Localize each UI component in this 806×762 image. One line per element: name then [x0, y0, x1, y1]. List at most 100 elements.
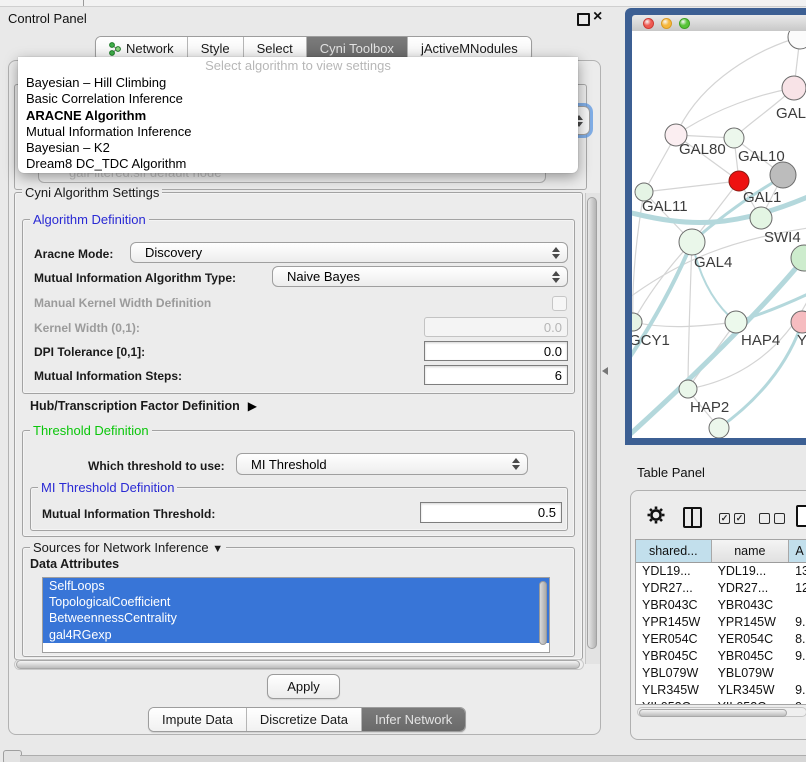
algorithm-option[interactable]: Mutual Information Inference [18, 124, 578, 140]
table-cell: YDL19... [712, 563, 790, 580]
network-node-gal4[interactable] [679, 229, 705, 255]
which-threshold-combo[interactable]: MI Threshold [236, 453, 528, 475]
algorithm-option[interactable]: Bayesian – K2 [18, 140, 578, 156]
document-icon[interactable] [796, 505, 806, 527]
settings-scrollbar-thumb[interactable] [587, 197, 597, 649]
network-edge[interactable] [688, 242, 692, 389]
table-row[interactable]: YDL19...YDL19...13 [636, 563, 806, 580]
data-attributes-list[interactable]: SelfLoopsTopologicalCoefficientBetweenne… [42, 577, 550, 653]
table-cell: YPR145W [712, 614, 790, 631]
deselect-all-checks-icon[interactable] [759, 513, 785, 524]
select-all-checks-icon[interactable]: ✓✓ [719, 513, 745, 524]
table-row[interactable]: YBL079WYBL079W [636, 665, 806, 682]
table-cell: YER054C [712, 631, 790, 648]
attribute-item[interactable]: gal4RGexp [43, 627, 549, 643]
column-header[interactable]: shared... [636, 540, 712, 562]
mi-steps-field[interactable]: 6 [424, 365, 568, 385]
attribute-item[interactable]: SelfLoops [43, 578, 549, 594]
apply-button[interactable]: Apply [267, 674, 340, 699]
table-cell: 9 [789, 699, 806, 705]
table-row[interactable]: YPR145WYPR145W9. [636, 614, 806, 631]
network-edge[interactable] [644, 181, 739, 192]
control-panel-title: Control Panel [8, 11, 87, 26]
network-edge[interactable] [633, 242, 692, 322]
node-label: GCY1 [632, 332, 670, 349]
tab-infer-network[interactable]: Infer Network [362, 708, 465, 731]
settings-hscrollbar-thumb[interactable] [16, 660, 580, 669]
network-node[interactable] [770, 162, 796, 188]
window-close-button[interactable] [643, 18, 654, 29]
table-hscrollbar-track[interactable] [637, 707, 806, 717]
table-row[interactable]: YBR045CYBR045C9. [636, 648, 806, 665]
table-cell: YLR345W [636, 682, 712, 699]
tab-label: Discretize Data [260, 712, 348, 727]
attribute-item[interactable]: TopologicalCoefficient [43, 594, 549, 610]
expanded-arrow-icon[interactable]: ▼ [212, 543, 223, 555]
column-header[interactable]: name [712, 540, 790, 562]
network-node-hap4[interactable] [725, 311, 747, 333]
table-row[interactable]: YDR27...YDR27...12 [636, 580, 806, 597]
column-header[interactable]: A [789, 540, 806, 562]
network-node[interactable] [788, 31, 806, 49]
panel-splitter-handle[interactable] [602, 367, 608, 375]
kernel-width-field[interactable]: 0.0 [424, 317, 568, 337]
network-node-y[interactable] [791, 311, 806, 333]
float-panel-icon[interactable] [577, 13, 590, 26]
attributes-scrollbar-thumb[interactable] [539, 581, 547, 645]
column-chooser-icon[interactable] [683, 507, 702, 528]
table-row[interactable]: YBR043CYBR043C [636, 597, 806, 614]
dpi-tolerance-field[interactable]: 0.0 [424, 341, 568, 361]
manual-kernel-checkbox[interactable] [552, 296, 567, 311]
dropdown-placeholder: Select algorithm to view settings [18, 57, 578, 75]
attribute-item[interactable]: BetweennessCentrality [43, 610, 549, 626]
algorithm-option[interactable]: ARACNE Algorithm [18, 108, 578, 124]
algorithm-option[interactable]: Bayesian – Hill Climbing [18, 75, 578, 91]
network-node-swi4[interactable] [750, 207, 772, 229]
network-node[interactable] [791, 245, 806, 271]
table-panel-body: ✓✓ shared...nameA YDL19...YDL19...13YDR2… [630, 490, 806, 740]
aracne-mode-combo[interactable]: Discovery [130, 242, 568, 263]
table-panel-title: Table Panel [637, 465, 705, 480]
hub-tf-definition-toggle[interactable]: Hub/Transcription Factor Definition ▶ [30, 399, 257, 413]
network-window-titlebar[interactable] [632, 15, 806, 32]
close-panel-icon[interactable]: × [593, 8, 602, 26]
table-cell: YLR345W [712, 682, 790, 699]
window-zoom-button[interactable] [679, 18, 690, 29]
table-row[interactable]: YLR345WYLR345W9. [636, 682, 806, 699]
top-edge-tick [83, 0, 84, 6]
table-cell: 9. [789, 614, 806, 631]
table-hscrollbar-thumb[interactable] [639, 709, 787, 717]
table-cell: YBR045C [636, 648, 712, 665]
algorithm-option[interactable]: Basic Correlation Inference [18, 91, 578, 107]
network-node-gal10[interactable] [724, 128, 744, 148]
node-label: GAL4 [694, 254, 732, 271]
network-node-gal[interactable] [782, 76, 806, 100]
window-minimize-button[interactable] [661, 18, 672, 29]
table-cell: YIL052C [712, 699, 790, 705]
mi-threshold-field[interactable]: 0.5 [420, 502, 562, 523]
algorithm-option[interactable]: Dream8 DC_TDC Algorithm [18, 156, 578, 172]
tab-impute-data[interactable]: Impute Data [149, 708, 247, 731]
table-row[interactable]: YER054CYER054C8. [636, 631, 806, 648]
mi-type-value: Naive Bayes [287, 269, 360, 284]
table-cell: YBR043C [712, 597, 790, 614]
aracne-mode-label: Aracne Mode: [34, 247, 113, 261]
gear-icon[interactable] [647, 506, 665, 524]
table-cell: YDR27... [712, 580, 790, 597]
network-node-gcy1[interactable] [632, 313, 642, 331]
table-cell: 13 [789, 563, 806, 580]
network-node-gal1[interactable] [729, 171, 749, 191]
table-row[interactable]: YIL052CYIL052C9 [636, 699, 806, 705]
network-view[interactable]: GALGAL80GAL10GAL1GAL11SWI4GAL4GCY1HAP4YH… [632, 31, 806, 438]
top-window-edge [0, 0, 806, 7]
tab-discretize-data[interactable]: Discretize Data [247, 708, 362, 731]
network-node-hap2[interactable] [679, 380, 697, 398]
mi-type-combo[interactable]: Naive Bayes [272, 266, 568, 287]
table-cell: 8. [789, 631, 806, 648]
node-label: HAP4 [741, 332, 780, 349]
tab-label: Impute Data [162, 712, 233, 727]
table-cell: YBL079W [712, 665, 790, 682]
tab-label: Cyni Toolbox [320, 41, 394, 56]
network-node[interactable] [709, 418, 729, 438]
table-cell [789, 665, 806, 682]
